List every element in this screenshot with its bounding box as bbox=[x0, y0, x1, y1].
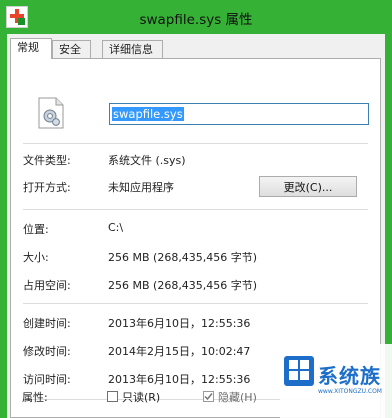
file-type-label: 文件类型: bbox=[23, 154, 71, 167]
modified-value: 2014年2月15日，10:02:47 bbox=[108, 345, 251, 358]
change-button[interactable]: 更改(C)... bbox=[259, 176, 357, 197]
size-value: 256 MB (268,435,456 字节) bbox=[108, 251, 258, 264]
created-label: 创建时间: bbox=[23, 317, 71, 330]
location-label: 位置: bbox=[23, 223, 49, 236]
separator bbox=[23, 209, 368, 210]
file-type-value: 系统文件 (.sys) bbox=[108, 154, 186, 167]
system-file-icon bbox=[38, 97, 64, 129]
opens-with-label: 打开方式: bbox=[23, 181, 71, 194]
window-title: swapfile.sys 属性 bbox=[139, 12, 253, 28]
size-label: 大小: bbox=[23, 251, 49, 264]
hidden-label[interactable]: 隐藏(H) bbox=[218, 389, 257, 405]
file-name-text: swapfile.sys bbox=[112, 107, 184, 121]
site-watermark: 系统族 www.XITONGZU.COM bbox=[280, 344, 392, 418]
watermark-text: 系统族 bbox=[318, 364, 381, 388]
separator bbox=[23, 143, 368, 144]
accessed-label: 访问时间: bbox=[23, 373, 71, 386]
modified-label: 修改时间: bbox=[23, 345, 71, 358]
watermark-url: www.XITONGZU.COM bbox=[318, 388, 382, 395]
title-bar: swapfile.sys 属性 bbox=[0, 0, 392, 34]
created-value: 2013年6月10日，12:55:36 bbox=[108, 317, 251, 330]
size-on-disk-label: 占用空间: bbox=[23, 279, 71, 292]
file-name-input[interactable]: swapfile.sys bbox=[109, 103, 369, 125]
readonly-checkbox[interactable] bbox=[107, 391, 118, 402]
separator bbox=[23, 303, 368, 304]
tab-general[interactable]: 常规 bbox=[10, 38, 52, 59]
tab-security[interactable]: 安全 bbox=[52, 40, 91, 58]
tab-details[interactable]: 详细信息 bbox=[102, 40, 163, 58]
accessed-value: 2013年6月10日，12:55:36 bbox=[108, 373, 251, 386]
attributes-label: 属性: bbox=[22, 391, 48, 404]
readonly-label[interactable]: 只读(R) bbox=[122, 389, 160, 405]
opens-with-value: 未知应用程序 bbox=[108, 181, 174, 194]
location-value: C:\ bbox=[108, 221, 124, 234]
size-on-disk-value: 256 MB (268,435,456 字节) bbox=[108, 279, 258, 292]
hidden-checkbox[interactable] bbox=[203, 391, 214, 402]
